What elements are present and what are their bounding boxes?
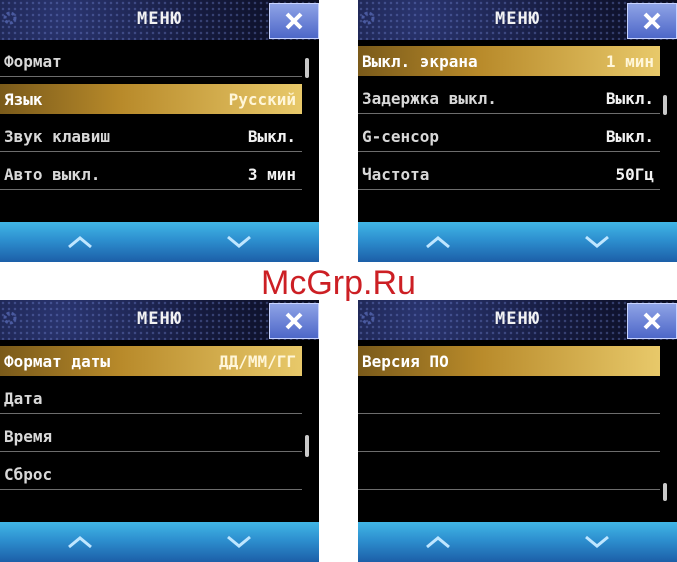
close-button[interactable]: [627, 303, 677, 339]
scrollbar[interactable]: [663, 95, 667, 115]
close-icon: [284, 11, 304, 31]
menu-item-time[interactable]: Время: [0, 421, 302, 452]
close-button[interactable]: [269, 303, 319, 339]
menu-footer: [0, 522, 319, 562]
menu-header: МЕНЮ: [0, 300, 319, 340]
menu-header: МЕНЮ: [358, 0, 677, 40]
menu-screen-4: МЕНЮ Версия ПО: [358, 300, 677, 562]
menu-item-g-sensor[interactable]: G-сенсорВыкл.: [358, 121, 660, 152]
menu-header: МЕНЮ: [358, 300, 677, 340]
menu-item-empty: [358, 421, 660, 452]
menu-item-date-format[interactable]: Формат датыДД/ММ/ГГ: [0, 346, 302, 376]
menu-screen-1: МЕНЮ Формат ЯзыкРусский Звук клавишВыкл.…: [0, 0, 319, 262]
close-icon: [284, 311, 304, 331]
menu-item-firmware-version[interactable]: Версия ПО: [358, 346, 660, 376]
menu-screen-3: МЕНЮ Формат датыДД/ММ/ГГ Дата Время Сбро…: [0, 300, 319, 562]
scrollbar[interactable]: [663, 483, 667, 501]
chevron-down-icon: [226, 235, 252, 249]
chevron-up-icon: [425, 235, 451, 249]
menu-footer: [0, 222, 319, 262]
scrollbar[interactable]: [305, 435, 309, 457]
menu-item-format[interactable]: Формат: [0, 46, 302, 77]
menu-item-frequency[interactable]: Частота50Гц: [358, 159, 660, 190]
scroll-up-button[interactable]: [0, 522, 160, 562]
menu-header: МЕНЮ: [0, 0, 319, 40]
menu-item-empty: [358, 383, 660, 414]
menu-footer: [358, 522, 677, 562]
menu-list: Формат датыДД/ММ/ГГ Дата Время Сброс: [0, 346, 302, 497]
menu-item-screen-off[interactable]: Выкл. экрана1 мин: [358, 46, 660, 76]
close-button[interactable]: [627, 3, 677, 39]
menu-item-date[interactable]: Дата: [0, 383, 302, 414]
menu-list: Формат ЯзыкРусский Звук клавишВыкл. Авто…: [0, 46, 302, 197]
scroll-up-button[interactable]: [0, 222, 160, 262]
scroll-down-button[interactable]: [160, 222, 320, 262]
chevron-up-icon: [67, 235, 93, 249]
menu-item-reset[interactable]: Сброс: [0, 459, 302, 490]
scroll-up-button[interactable]: [358, 222, 518, 262]
scrollbar[interactable]: [305, 58, 309, 78]
chevron-down-icon: [226, 535, 252, 549]
menu-list: Выкл. экрана1 мин Задержка выкл.Выкл. G-…: [358, 46, 660, 197]
menu-item-auto-off[interactable]: Авто выкл.3 мин: [0, 159, 302, 190]
scroll-down-button[interactable]: [518, 222, 677, 262]
chevron-up-icon: [425, 535, 451, 549]
menu-item-empty: [358, 459, 660, 490]
close-icon: [642, 311, 662, 331]
chevron-down-icon: [584, 535, 610, 549]
close-button[interactable]: [269, 3, 319, 39]
scroll-down-button[interactable]: [160, 522, 320, 562]
menu-item-key-sound[interactable]: Звук клавишВыкл.: [0, 121, 302, 152]
menu-item-off-delay[interactable]: Задержка выкл.Выкл.: [358, 83, 660, 114]
chevron-up-icon: [67, 535, 93, 549]
menu-item-language[interactable]: ЯзыкРусский: [0, 84, 302, 114]
menu-screen-2: МЕНЮ Выкл. экрана1 мин Задержка выкл.Вык…: [358, 0, 677, 262]
menu-list: Версия ПО: [358, 346, 660, 497]
close-icon: [642, 11, 662, 31]
chevron-down-icon: [584, 235, 610, 249]
menu-footer: [358, 222, 677, 262]
scroll-up-button[interactable]: [358, 522, 518, 562]
scroll-down-button[interactable]: [518, 522, 677, 562]
watermark: McGrp.Ru: [0, 262, 677, 300]
